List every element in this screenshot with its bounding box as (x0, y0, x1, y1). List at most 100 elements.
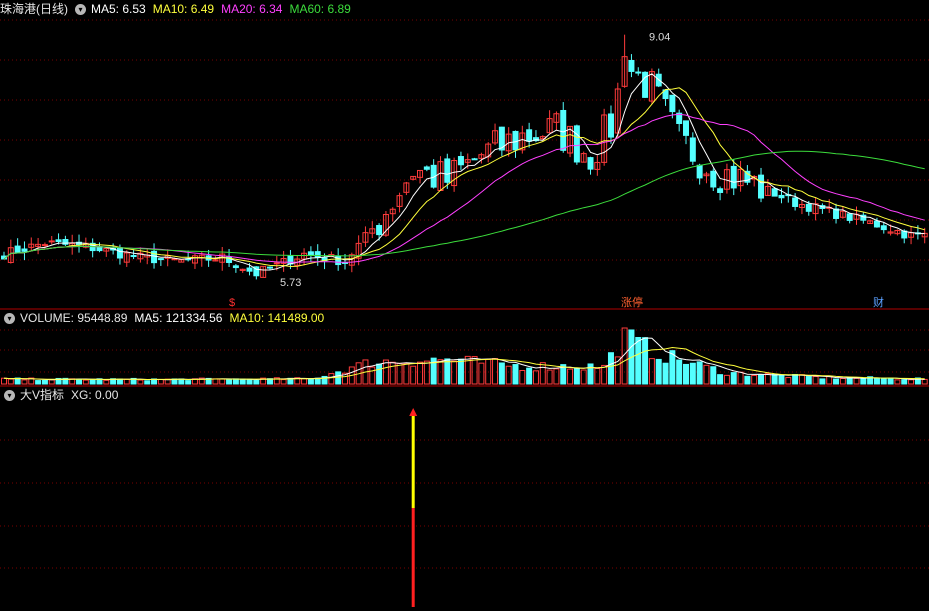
volume-bar (771, 373, 778, 385)
stock-title: 珠海港(日线) (0, 2, 68, 16)
ma5-label: MA5: 6.53 (91, 2, 146, 16)
volume-ma10-line (3, 346, 925, 381)
marker-limit-up: 涨停 (621, 295, 643, 309)
candle-body (423, 166, 430, 170)
volume-bar (853, 377, 860, 385)
volume-bar (669, 350, 676, 385)
volume-bar (82, 379, 89, 385)
volume-bar (792, 373, 799, 385)
volume-bar (76, 378, 83, 385)
candle-body (846, 213, 853, 221)
ma60-label: MA60: 6.89 (289, 2, 351, 16)
volume-bar (478, 362, 485, 385)
candle-body (246, 267, 253, 272)
volume-label: VOLUME: 95448.89 (20, 311, 128, 325)
volume-bar (826, 375, 833, 385)
candle-body (314, 251, 321, 258)
volume-bar (805, 376, 812, 385)
volume-bar (185, 380, 192, 385)
candle-body (444, 158, 451, 183)
stock-chart[interactable]: 9.04 5.73 $ 涨停 财 (0, 0, 929, 611)
volume-bar (7, 378, 14, 385)
volume-bar (887, 377, 894, 385)
candle-body (880, 225, 887, 231)
volume-bar (532, 370, 539, 385)
volume-bar (594, 367, 601, 385)
candle-body (805, 203, 812, 212)
volume-bar (689, 362, 696, 385)
candle-body (771, 188, 778, 197)
volume-bar (41, 379, 48, 385)
low-price-label: 5.73 (280, 277, 301, 289)
candle-body (669, 94, 676, 113)
volume-bar (444, 358, 451, 385)
volume-ma5-label: MA5: 121334.56 (134, 311, 223, 325)
candle-body (376, 225, 383, 236)
candle-body (116, 247, 123, 259)
volume-bar (567, 368, 574, 385)
volume-bar (908, 379, 915, 385)
volume-bar (89, 378, 96, 385)
volume-ma10-label: MA10: 141489.00 (229, 311, 325, 325)
candle-body (157, 258, 164, 261)
volume-bar (778, 374, 785, 385)
volume-bar (717, 374, 724, 385)
candle-body (266, 266, 273, 269)
volume-bar (648, 358, 655, 385)
volume-bar (103, 379, 110, 385)
candle-body (683, 120, 689, 136)
candle-body (573, 125, 580, 163)
volume-bar (48, 379, 55, 385)
volume-bar (901, 379, 908, 385)
candle-body (232, 265, 239, 269)
candle-body (526, 129, 533, 142)
volume-bar (246, 378, 253, 385)
volume-bar (607, 352, 614, 385)
candle-body (471, 158, 478, 161)
volume-bar (239, 378, 246, 385)
volume-bar (833, 378, 840, 385)
ma10-label: MA10: 6.49 (152, 2, 215, 16)
volume-bar (457, 358, 464, 385)
volume-bar (219, 378, 226, 385)
volume-bar (839, 377, 846, 385)
volume-bar (519, 369, 526, 385)
candle-body (710, 170, 717, 188)
high-price-label: 9.04 (649, 32, 670, 44)
volume-bar (730, 372, 737, 385)
volume-legend: ▾ VOLUME: 95448.89 MA5: 121334.56 MA10: … (0, 309, 331, 327)
candle-body (730, 165, 737, 189)
volume-bar (403, 363, 410, 385)
volume-bar (335, 371, 342, 385)
volume-bar (123, 378, 130, 385)
price-legend: 珠海港(日线) ▾ MA5: 6.53 MA10: 6.49 MA20: 6.3… (0, 0, 358, 18)
candle-body (130, 255, 137, 258)
volume-bar (546, 369, 553, 385)
candle-body (792, 197, 799, 207)
volume-bar (723, 374, 730, 385)
volume-bar (662, 362, 669, 385)
volume-bar (921, 378, 928, 385)
candle-body (833, 208, 840, 219)
volume-bar (328, 373, 335, 385)
chevron-down-icon[interactable]: ▾ (4, 389, 15, 401)
indicator-title: 大V指标 (20, 388, 65, 402)
candle-body (717, 188, 724, 193)
volume-bar (751, 374, 758, 385)
volume-bar (492, 358, 499, 385)
candle-body (14, 245, 21, 253)
volume-bar (873, 378, 880, 385)
volume-bar (396, 362, 403, 385)
candle-body (696, 164, 703, 179)
volume-bar (21, 379, 28, 385)
volume-bar (785, 377, 792, 385)
candle-body (55, 239, 62, 242)
candle-body (587, 157, 594, 170)
chevron-down-icon[interactable]: ▾ (75, 3, 86, 15)
volume-bar (601, 364, 608, 385)
marker-dollar: $ (229, 297, 235, 309)
chevron-down-icon[interactable]: ▾ (4, 312, 15, 324)
volume-bar (301, 378, 308, 385)
volume-bar (226, 379, 233, 385)
volume-bar (880, 377, 887, 385)
